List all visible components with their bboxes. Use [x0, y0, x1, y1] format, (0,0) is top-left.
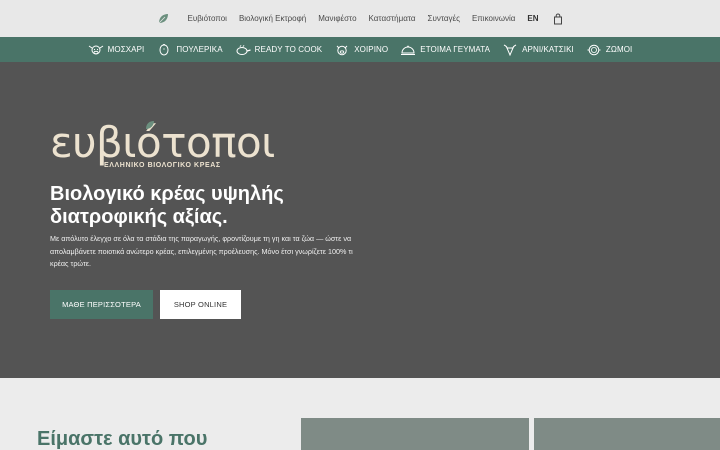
pan-icon [236, 44, 251, 55]
category-label: ΜΟΣΧΑΡΙ [107, 45, 145, 54]
hero-title: Βιολογικό κρέας υψηλής διατροφικής αξίας… [50, 183, 284, 228]
cow-icon [88, 45, 103, 54]
shopping-bag-icon[interactable] [553, 13, 563, 25]
broth-icon [587, 44, 601, 55]
category-ready-to-cook[interactable]: READY TO COOK [235, 44, 323, 56]
nav-link-stores[interactable]: Καταστήματα [369, 14, 416, 23]
hero-description: Με απόλυτο έλεγχο σε όλα τα στάδια της π… [50, 234, 353, 269]
leaf-icon[interactable] [157, 13, 169, 25]
learn-more-button[interactable]: ΜΑΘΕ ΠΕΡΙΣΣΟΤΕΡΑ [50, 290, 153, 319]
brand-logo[interactable]: ευβιότοποι ΕΛΛΗΝΙΚΟ ΒΙΟΛΟΓΙΚΟ ΚΡΕΑΣ [50, 118, 275, 172]
language-switch[interactable]: EN [527, 14, 538, 23]
pig-icon [336, 45, 348, 55]
nav-link-contact[interactable]: Επικοινωνία [472, 14, 515, 23]
category-poultry[interactable]: ΠΟΥΛΕΡΙΚΑ [156, 43, 223, 56]
dish-icon [401, 45, 416, 55]
category-label: ΑΡΝΙ/ΚΑΤΣΙΚΙ [522, 45, 574, 54]
feature-card[interactable] [534, 418, 720, 450]
category-beef[interactable]: ΜΟΣΧΑΡΙ [88, 44, 145, 56]
category-lamb-goat[interactable]: ΑΡΝΙ/ΚΑΤΣΙΚΙ [502, 44, 574, 56]
nav-link-organic-farming[interactable]: Βιολογική Εκτροφή [239, 14, 306, 23]
nav-link-manifesto[interactable]: Μανιφέστο [318, 14, 356, 23]
category-ready-meals[interactable]: ΕΤΟΙΜΑ ΓΕΥΜΑΤΑ [400, 44, 490, 56]
section-heading: Είμαστε αυτό που [37, 428, 208, 450]
feature-card[interactable] [301, 418, 529, 450]
logo-wordmark: ευβιότοποι [50, 118, 275, 167]
category-bar: ΜΟΣΧΑΡΙ ΠΟΥΛΕΡΙΚΑ READY TO COOK ΧΟΙΡΙΝΟ … [0, 37, 720, 62]
chicken-icon [159, 43, 169, 56]
category-label: ΖΩΜΟΙ [605, 45, 633, 54]
top-navigation: Ευβιότοποι Βιολογική Εκτροφή Μανιφέστο Κ… [0, 0, 720, 37]
category-label: ΧΟΙΡΙΝΟ [354, 45, 389, 54]
category-label: READY TO COOK [254, 45, 323, 54]
about-section: Είμαστε αυτό που [0, 378, 720, 450]
hero-section: ευβιότοποι ΕΛΛΗΝΙΚΟ ΒΙΟΛΟΓΙΚΟ ΚΡΕΑΣ Βιολ… [0, 62, 720, 378]
category-label: ΕΤΟΙΜΑ ΓΕΥΜΑΤΑ [420, 45, 491, 54]
lamb-icon [503, 44, 517, 56]
category-broths[interactable]: ΖΩΜΟΙ [586, 44, 632, 56]
nav-link-recipes[interactable]: Συνταγές [428, 14, 460, 23]
shop-online-button[interactable]: SHOP ONLINE [160, 290, 241, 319]
logo-leaf-icon [146, 121, 154, 129]
logo-tagline: ΕΛΛΗΝΙΚΟ ΒΙΟΛΟΓΙΚΟ ΚΡΕΑΣ [104, 162, 221, 169]
category-pork[interactable]: ΧΟΙΡΙΝΟ [334, 44, 388, 56]
category-label: ΠΟΥΛΕΡΙΚΑ [176, 45, 223, 54]
nav-link-evviotopoi[interactable]: Ευβιότοποι [187, 14, 226, 23]
